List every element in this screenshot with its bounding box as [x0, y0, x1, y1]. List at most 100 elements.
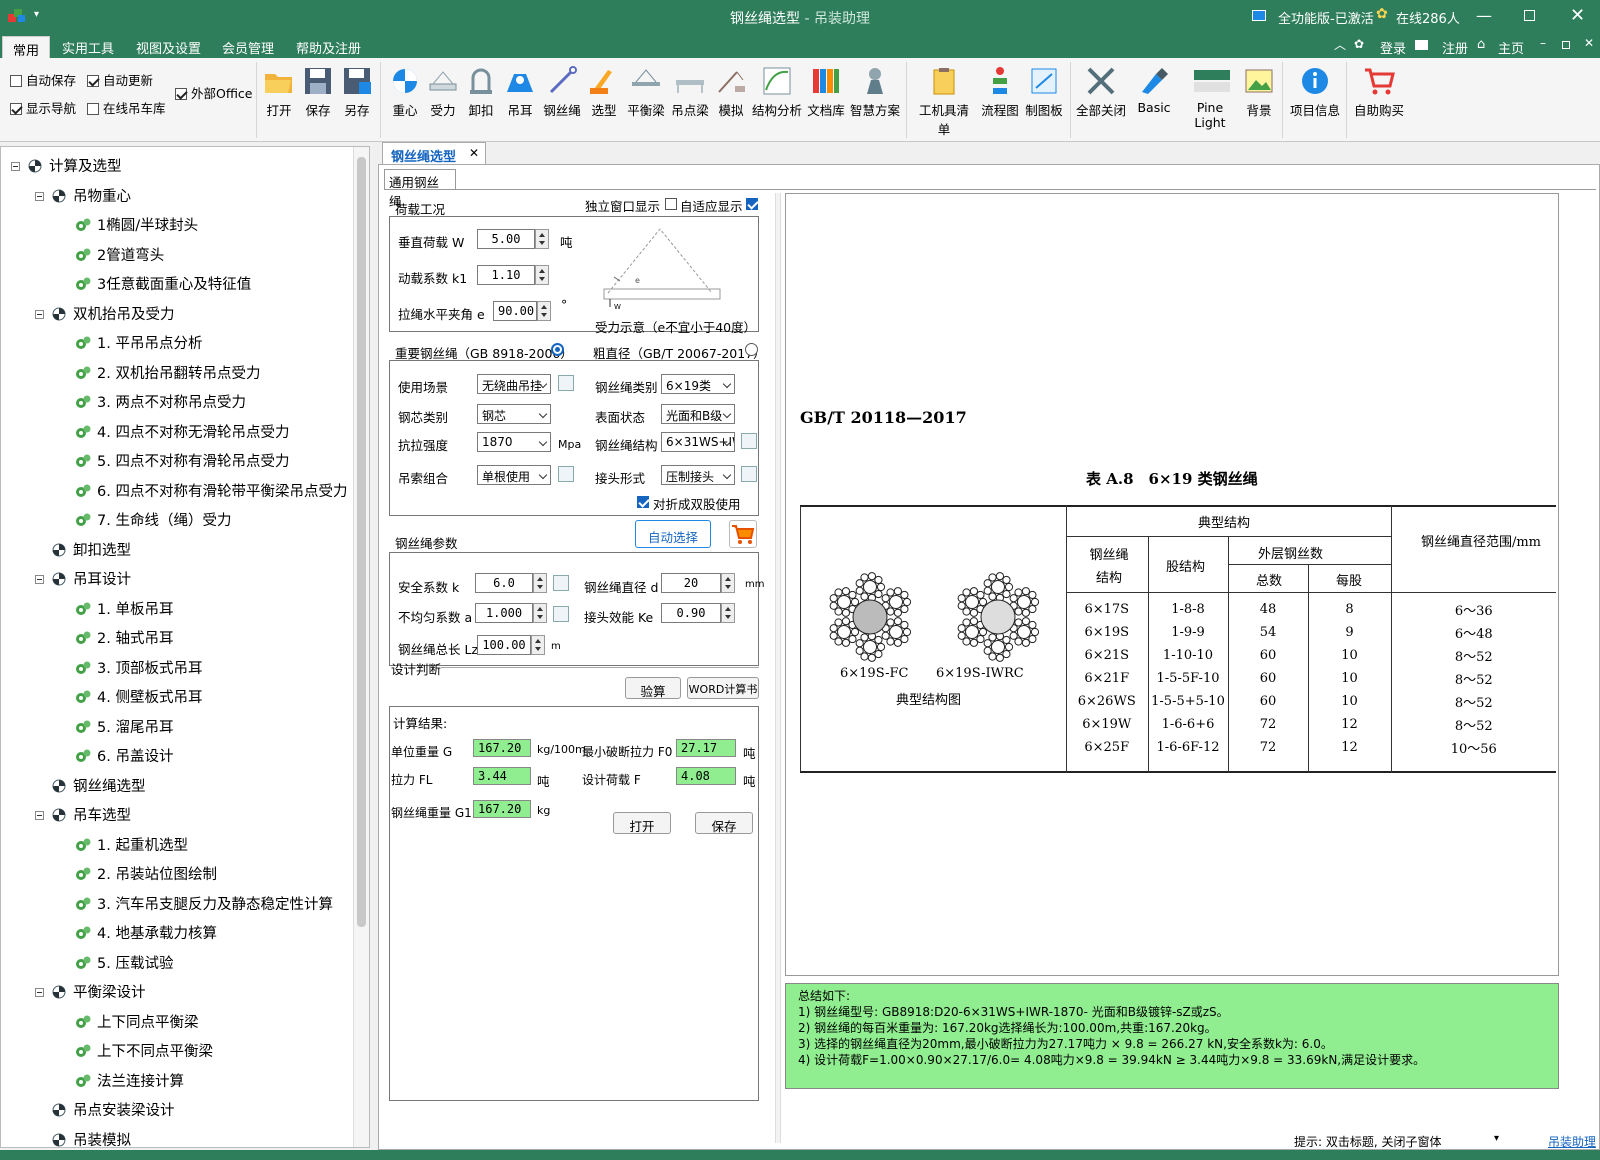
- tree-node[interactable]: 1. 单板吊耳: [75, 598, 173, 619]
- ribbon-flowchart-button[interactable]: 流程图: [980, 66, 1020, 119]
- vertical-load-input[interactable]: 5.00: [477, 229, 535, 249]
- collapse-ribbon-icon[interactable]: ︿: [1334, 36, 1346, 53]
- fold-checkbox[interactable]: [637, 496, 649, 508]
- doc-tab[interactable]: 钢丝绳选型 ✕: [382, 142, 486, 167]
- tree-node[interactable]: 5. 四点不对称有滑轮吊点受力: [75, 450, 289, 471]
- safety-factor-input[interactable]: 6.0: [475, 573, 533, 593]
- ribbon-selection-button[interactable]: 选型: [587, 66, 621, 119]
- adaptive-checkbox[interactable]: [665, 198, 677, 210]
- ribbon-wire-rope-button[interactable]: 钢丝绳: [542, 66, 582, 119]
- tree-node[interactable]: 3. 顶部板式吊耳: [75, 657, 202, 678]
- length-spinner[interactable]: [531, 635, 545, 655]
- tree-node[interactable]: 上下不同点平衡梁: [75, 1040, 213, 1061]
- office-option[interactable]: 外部Office: [175, 83, 253, 102]
- theme-pine-light-button[interactable]: Pine Light: [1182, 66, 1238, 130]
- tree-node[interactable]: 4. 地基承载力核算: [75, 922, 217, 943]
- ribbon-lifting-beam-button[interactable]: 吊点梁: [670, 66, 710, 119]
- dynamic-factor-spinner[interactable]: [535, 265, 549, 285]
- uneven-factor-input[interactable]: 1.000: [475, 603, 533, 623]
- gbt20067-radio[interactable]: [745, 343, 758, 356]
- tree-node[interactable]: 钢丝绳选型: [51, 775, 146, 796]
- tree-node[interactable]: 吊装模拟: [51, 1129, 131, 1147]
- tree-node[interactable]: 3. 汽车吊支腿反力及静态稳定性计算: [75, 893, 333, 914]
- tree-node[interactable]: 6. 吊盖设计: [75, 745, 173, 766]
- ribbon-force-button[interactable]: 受力: [426, 66, 460, 119]
- ribbon-shackle-button[interactable]: 卸扣: [464, 66, 498, 119]
- background-button[interactable]: 背景: [1242, 66, 1276, 119]
- scene-select[interactable]: 无绕曲吊挂: [477, 374, 551, 394]
- close-all-button[interactable]: 全部关闭: [1076, 66, 1126, 119]
- style-icon[interactable]: ✿: [1354, 37, 1364, 51]
- tree-scrollbar[interactable]: [353, 147, 369, 1147]
- tree-node[interactable]: 法兰连接计算: [75, 1070, 184, 1091]
- tree-node[interactable]: 平衡梁设计: [51, 981, 146, 1002]
- project-info-button[interactable]: 项目信息: [1288, 66, 1342, 119]
- tree-node[interactable]: 吊耳设计: [51, 568, 131, 589]
- ribbon-structure-analysis-button[interactable]: 结构分析: [752, 66, 802, 119]
- open-button[interactable]: 打开: [262, 66, 296, 119]
- joint-efficiency-input[interactable]: 0.90: [661, 603, 721, 623]
- save-as-button[interactable]: 另存: [340, 66, 374, 119]
- status-dropdown-icon[interactable]: ▾: [1494, 1133, 1499, 1144]
- combo-lookup-icon[interactable]: [558, 466, 574, 482]
- ribbon-lug-button[interactable]: 吊耳: [503, 66, 537, 119]
- ribbon-tool-list-button[interactable]: 工机具清单: [914, 66, 974, 138]
- scene-lookup-icon[interactable]: [558, 375, 574, 391]
- safety-factor-spinner[interactable]: [533, 573, 547, 593]
- angle-input[interactable]: 90.00: [493, 301, 537, 321]
- home-link[interactable]: 主页: [1498, 38, 1524, 57]
- safety-factor-lookup-icon[interactable]: [553, 575, 569, 591]
- tree-node[interactable]: 1. 平吊吊点分析: [75, 332, 202, 353]
- tree-node[interactable]: 卸扣选型: [51, 539, 131, 560]
- ribbon-library-button[interactable]: 文档库: [806, 66, 846, 119]
- cranelib-checkbox[interactable]: [87, 103, 99, 115]
- tree-node[interactable]: 吊物重心: [51, 185, 131, 206]
- class-select[interactable]: 6×19类: [661, 374, 735, 394]
- structure-lookup-icon[interactable]: [741, 433, 757, 449]
- cranelib-option[interactable]: 在线吊车库: [87, 98, 166, 117]
- uneven-factor-spinner[interactable]: [533, 603, 547, 623]
- tree-expander[interactable]: [11, 162, 20, 171]
- diameter-spinner[interactable]: [721, 573, 735, 593]
- purchase-button[interactable]: 自助购买: [1352, 66, 1406, 119]
- auto-select-button[interactable]: 自动选择: [635, 520, 711, 548]
- tree-node[interactable]: 2. 双机抬吊翻转吊点受力: [75, 362, 260, 383]
- subtab[interactable]: 通用钢丝绳: [384, 169, 456, 209]
- buy-rope-button[interactable]: [729, 520, 757, 548]
- tree-node[interactable]: 吊点安装梁设计: [51, 1099, 175, 1120]
- standalone-checkbox[interactable]: [746, 198, 758, 210]
- mdi-close-button[interactable]: ✕: [1584, 36, 1594, 50]
- menu-tools[interactable]: 实用工具: [62, 38, 114, 57]
- login-link[interactable]: 登录: [1380, 38, 1406, 57]
- verify-button[interactable]: 验算: [625, 677, 681, 699]
- tree-expander[interactable]: [35, 575, 44, 584]
- joint-efficiency-spinner[interactable]: [721, 603, 735, 623]
- ribbon-cog-button[interactable]: 重心: [388, 66, 422, 119]
- diameter-input[interactable]: 20: [661, 573, 721, 593]
- tree-node[interactable]: 1椭圆/半球封头: [75, 214, 198, 235]
- tree-node[interactable]: 计算及选型: [27, 155, 122, 176]
- status-link[interactable]: 吊装助理: [1548, 1133, 1596, 1150]
- autosave-option[interactable]: 自动保存: [10, 70, 76, 89]
- tree-node[interactable]: 1. 起重机选型: [75, 834, 188, 855]
- tree-expander[interactable]: [35, 309, 44, 319]
- tab-close-icon[interactable]: ✕: [469, 146, 479, 160]
- mdi-minimize-button[interactable]: –: [1540, 36, 1546, 50]
- save-button[interactable]: 保存: [301, 66, 335, 119]
- uneven-factor-lookup-icon[interactable]: [553, 606, 569, 622]
- nav-checkbox[interactable]: [10, 103, 22, 115]
- tree-node[interactable]: 7. 生命线（绳）受力: [75, 509, 231, 530]
- combo-select[interactable]: 单根使用: [477, 465, 551, 485]
- menu-help[interactable]: 帮助及注册: [296, 38, 361, 57]
- autoupdate-checkbox[interactable]: [87, 75, 99, 87]
- restore-button[interactable]: [1524, 10, 1535, 21]
- ribbon-drawing-button[interactable]: 制图板: [1024, 66, 1064, 119]
- core-select[interactable]: 钢芯: [477, 404, 551, 424]
- gb8918-radio[interactable]: [551, 343, 564, 356]
- surface-select[interactable]: 光面和B级: [661, 404, 735, 424]
- tree-node[interactable]: 上下同点平衡梁: [75, 1011, 199, 1032]
- joint-select[interactable]: 压制接头: [661, 465, 735, 485]
- word-report-button[interactable]: WORD计算书: [687, 677, 759, 699]
- tree-node[interactable]: 3. 两点不对称吊点受力: [75, 391, 246, 412]
- strength-select[interactable]: 1870: [477, 432, 551, 452]
